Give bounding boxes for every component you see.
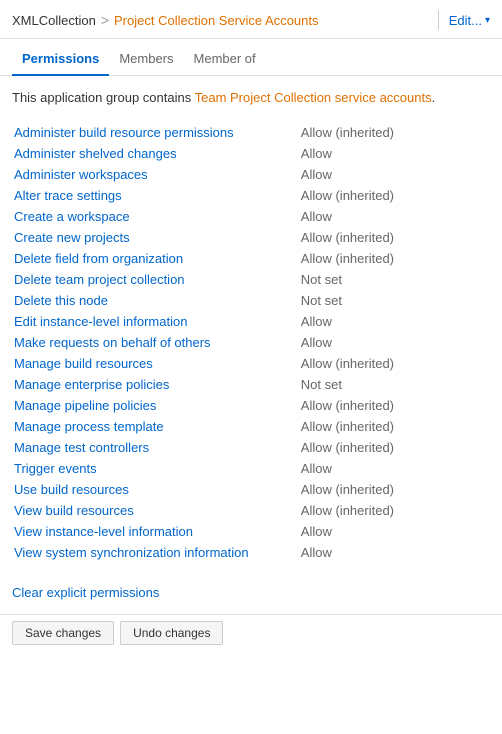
permission-value: Allow (inherited) (299, 248, 490, 269)
chevron-down-icon: ▾ (485, 15, 490, 26)
permission-name[interactable]: Make requests on behalf of others (12, 332, 299, 353)
table-row: Use build resourcesAllow (inherited) (12, 479, 490, 500)
table-row: Delete team project collectionNot set (12, 269, 490, 290)
permission-value: Allow (inherited) (299, 185, 490, 206)
permission-name[interactable]: Manage build resources (12, 353, 299, 374)
table-row: Administer build resource permissionsAll… (12, 122, 490, 143)
permission-value: Allow (inherited) (299, 395, 490, 416)
permission-value: Allow (299, 143, 490, 164)
permission-name[interactable]: Delete field from organization (12, 248, 299, 269)
permission-name[interactable]: View system synchronization information (12, 542, 299, 563)
permission-name[interactable]: Administer workspaces (12, 164, 299, 185)
breadcrumb-collection: XMLCollection (12, 13, 96, 28)
permission-name[interactable]: Create new projects (12, 227, 299, 248)
permission-name[interactable]: Administer build resource permissions (12, 122, 299, 143)
permission-value: Allow (inherited) (299, 227, 490, 248)
table-row: View instance-level informationAllow (12, 521, 490, 542)
table-row: Trigger eventsAllow (12, 458, 490, 479)
bottom-bar: Save changesUndo changes (0, 614, 502, 651)
table-row: Administer workspacesAllow (12, 164, 490, 185)
clear-permissions-link[interactable]: Clear explicit permissions (12, 585, 159, 600)
description-suffix: . (432, 90, 436, 105)
permission-name[interactable]: Manage test controllers (12, 437, 299, 458)
table-row: Create new projectsAllow (inherited) (12, 227, 490, 248)
table-row: Edit instance-level informationAllow (12, 311, 490, 332)
permission-name[interactable]: Edit instance-level information (12, 311, 299, 332)
permission-name[interactable]: Create a workspace (12, 206, 299, 227)
bottom-button-1[interactable]: Undo changes (120, 621, 223, 645)
table-row: Create a workspaceAllow (12, 206, 490, 227)
edit-button[interactable]: Edit... ▾ (449, 13, 490, 28)
header: XMLCollection > Project Collection Servi… (0, 0, 502, 39)
breadcrumb: XMLCollection > Project Collection Servi… (12, 12, 428, 28)
permission-name[interactable]: Trigger events (12, 458, 299, 479)
edit-label: Edit... (449, 13, 482, 28)
permission-name[interactable]: Administer shelved changes (12, 143, 299, 164)
permission-value: Allow (299, 521, 490, 542)
permission-value: Not set (299, 290, 490, 311)
table-row: Manage enterprise policiesNot set (12, 374, 490, 395)
table-row: View system synchronization informationA… (12, 542, 490, 563)
permission-value: Not set (299, 374, 490, 395)
table-row: View build resourcesAllow (inherited) (12, 500, 490, 521)
table-row: Alter trace settingsAllow (inherited) (12, 185, 490, 206)
table-row: Manage test controllersAllow (inherited) (12, 437, 490, 458)
description-highlight: Team Project Collection service accounts (195, 90, 432, 105)
permission-name[interactable]: Manage pipeline policies (12, 395, 299, 416)
footer: Clear explicit permissions (0, 575, 502, 610)
permissions-table: Administer build resource permissionsAll… (12, 122, 490, 563)
permission-name[interactable]: Delete this node (12, 290, 299, 311)
content-area: This application group contains Team Pro… (0, 76, 502, 575)
table-row: Administer shelved changesAllow (12, 143, 490, 164)
permission-name[interactable]: Delete team project collection (12, 269, 299, 290)
table-row: Delete this nodeNot set (12, 290, 490, 311)
permission-value: Allow (inherited) (299, 500, 490, 521)
permission-name[interactable]: Manage process template (12, 416, 299, 437)
header-divider (438, 10, 439, 30)
table-row: Manage pipeline policiesAllow (inherited… (12, 395, 490, 416)
table-row: Manage build resourcesAllow (inherited) (12, 353, 490, 374)
description-prefix: This application group contains (12, 90, 195, 105)
tab-permissions[interactable]: Permissions (12, 45, 109, 76)
permission-name[interactable]: View instance-level information (12, 521, 299, 542)
permission-value: Allow (299, 206, 490, 227)
bottom-button-0[interactable]: Save changes (12, 621, 114, 645)
permission-name[interactable]: Use build resources (12, 479, 299, 500)
description: This application group contains Team Pro… (12, 88, 490, 108)
permission-value: Allow (299, 311, 490, 332)
permission-value: Allow (inherited) (299, 479, 490, 500)
permission-value: Not set (299, 269, 490, 290)
permission-value: Allow (299, 542, 490, 563)
permission-value: Allow (inherited) (299, 416, 490, 437)
permission-value: Allow (inherited) (299, 437, 490, 458)
tab-member-of[interactable]: Member of (184, 45, 266, 76)
permission-value: Allow (inherited) (299, 353, 490, 374)
permission-value: Allow (inherited) (299, 122, 490, 143)
table-row: Delete field from organizationAllow (inh… (12, 248, 490, 269)
permission-value: Allow (299, 164, 490, 185)
permission-value: Allow (299, 458, 490, 479)
tabs-bar: PermissionsMembersMember of (0, 39, 502, 76)
table-row: Manage process templateAllow (inherited) (12, 416, 490, 437)
permission-name[interactable]: Alter trace settings (12, 185, 299, 206)
table-row: Make requests on behalf of othersAllow (12, 332, 490, 353)
permission-name[interactable]: Manage enterprise policies (12, 374, 299, 395)
tab-members[interactable]: Members (109, 45, 183, 76)
permission-name[interactable]: View build resources (12, 500, 299, 521)
breadcrumb-current: Project Collection Service Accounts (114, 13, 318, 28)
permission-value: Allow (299, 332, 490, 353)
breadcrumb-sep: > (101, 12, 109, 28)
